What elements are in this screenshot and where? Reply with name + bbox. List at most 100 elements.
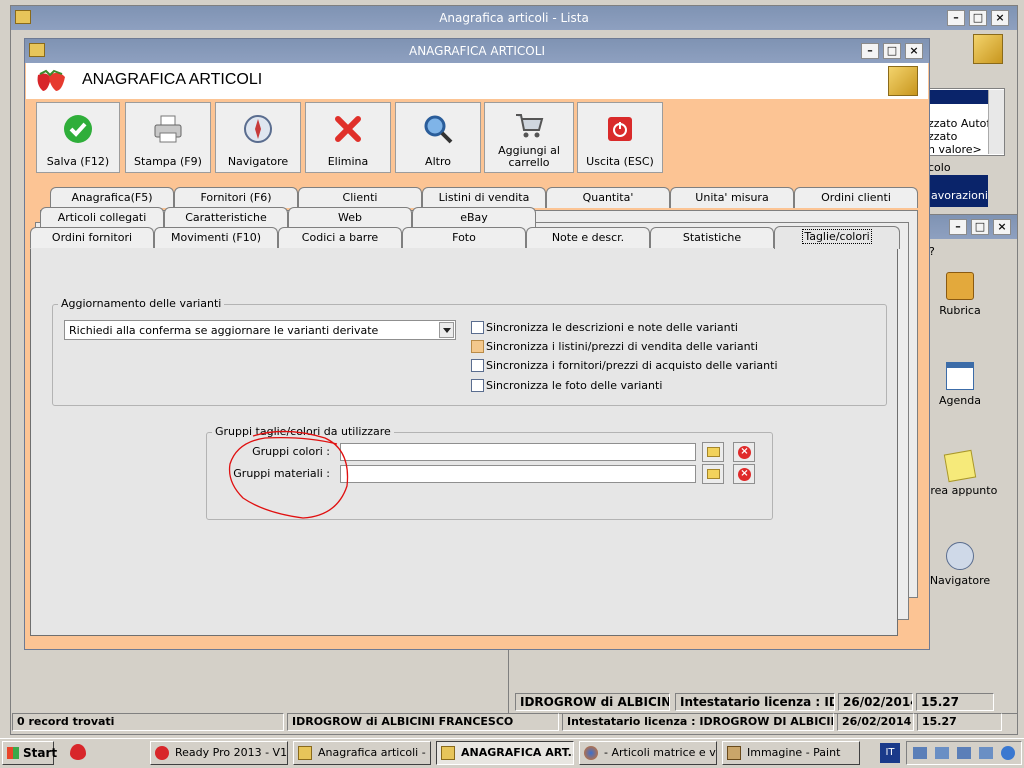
tab-statistiche[interactable]: Statistiche: [650, 227, 774, 248]
close-button[interactable]: ×: [905, 43, 923, 59]
exit-button[interactable]: Uscita (ESC): [577, 102, 663, 173]
status-time: 15.27: [916, 693, 994, 711]
update-variants-dropdown[interactable]: Richiedi alla conferma se aggiornare le …: [64, 320, 456, 340]
close-button[interactable]: ×: [991, 10, 1009, 26]
delete-label: Elimina: [327, 155, 369, 168]
save-label: Salva (F12): [46, 155, 110, 168]
dropdown-button[interactable]: [439, 322, 454, 338]
taskbar-item-anagrafica-lista[interactable]: Anagrafica articoli - ...: [293, 741, 431, 765]
print-button[interactable]: Stampa (F9): [125, 102, 211, 173]
color-groups-clear-button[interactable]: ×: [733, 442, 755, 462]
network-icon[interactable]: [935, 747, 949, 759]
navigator-button[interactable]: Navigatore: [215, 102, 301, 173]
add-to-cart-button[interactable]: Aggiungi al carrello: [484, 102, 574, 173]
page-heading: ANAGRAFICA ARTICOLI: [82, 71, 263, 88]
sync-suppliers-checkbox[interactable]: [471, 359, 484, 372]
status-record-count: 0 record trovati: [12, 713, 284, 731]
tab-anagrafica[interactable]: Anagrafica(F5): [50, 187, 174, 208]
taskbar-item-label: - Articoli matrice e v...: [604, 746, 717, 759]
sync-suppliers-label: Sincronizza i fornitori/prezzi di acquis…: [486, 359, 778, 372]
navigator-label: Navigatore: [227, 155, 289, 168]
tab-articoli-collegati[interactable]: Articoli collegati: [40, 207, 164, 228]
tab-ordini-fornitori[interactable]: Ordini fornitori: [30, 227, 154, 248]
taskbar-item-label: ANAGRAFICA ART...: [461, 746, 574, 759]
shortcut-label: Agenda: [939, 394, 981, 407]
other-button[interactable]: Altro: [395, 102, 481, 173]
side-selected-item[interactable]: lavorazioni: [928, 175, 988, 207]
side-list-item[interactable]: n valore>: [928, 143, 982, 156]
maximize-button[interactable]: □: [883, 43, 901, 59]
side-list-selected[interactable]: [928, 90, 988, 104]
tab-note-descr[interactable]: Note e descr.: [526, 227, 650, 248]
magnifier-icon: [422, 113, 454, 145]
minimize-button[interactable]: –: [947, 10, 965, 26]
print-label: Stampa (F9): [134, 155, 202, 168]
sync-descriptions-label: Sincronizza le descrizioni e note delle …: [486, 321, 738, 334]
sync-photos-checkbox[interactable]: [471, 379, 484, 392]
color-groups-field[interactable]: [340, 443, 696, 461]
tab-foto[interactable]: Foto: [402, 227, 526, 248]
material-groups-clear-button[interactable]: ×: [733, 464, 755, 484]
maximize-button[interactable]: □: [969, 10, 987, 26]
background-window-title: Anagrafica articoli - Lista: [439, 11, 589, 25]
tab-clienti[interactable]: Clienti: [298, 187, 422, 208]
side-list-item[interactable]: zzato Autofi: [928, 117, 993, 130]
start-button[interactable]: Start: [2, 741, 58, 765]
printer-icon: [152, 113, 184, 145]
taskbar-item-anagrafica-articoli[interactable]: ANAGRAFICA ART...: [436, 741, 574, 765]
note-icon: [943, 449, 977, 483]
delete-button[interactable]: Elimina: [305, 102, 391, 173]
main-window-titlebar: ANAGRAFICA ARTICOLI: [25, 39, 929, 63]
material-groups-browse-button[interactable]: [702, 464, 724, 484]
tab-taglie-colori[interactable]: Taglie/colori: [774, 226, 900, 249]
taskbar-item-paint[interactable]: Immagine - Paint: [722, 741, 860, 765]
cube-icon: [441, 746, 455, 760]
background-window-titlebar: Anagrafica articoli - Lista: [11, 6, 1017, 30]
tab-ordini-clienti[interactable]: Ordini clienti: [794, 187, 918, 208]
tab-web[interactable]: Web: [288, 207, 412, 228]
tab-taglie-colori-label: Taglie/colori: [802, 229, 872, 244]
tab-listini[interactable]: Listini di vendita: [422, 187, 546, 208]
shortcut-label: Navigatore: [929, 574, 991, 587]
material-groups-field[interactable]: [340, 465, 696, 483]
tab-movimenti[interactable]: Movimenti (F10): [154, 227, 278, 248]
volume-icon[interactable]: [1001, 746, 1015, 760]
calendar-icon: [946, 362, 974, 390]
language-indicator[interactable]: IT: [880, 743, 900, 763]
red-annotation-circle: [228, 430, 349, 519]
taskbar-item-firefox[interactable]: - Articoli matrice e v...: [579, 741, 717, 765]
tab-caratteristiche[interactable]: Caratteristiche: [164, 207, 288, 228]
side-list-item[interactable]: zzato: [928, 130, 957, 143]
shortcut-label: Rubrica: [939, 304, 981, 317]
side-scrollbar[interactable]: [988, 90, 1004, 154]
status-date: 26/02/2014: [837, 713, 914, 731]
color-groups-browse-button[interactable]: [702, 442, 724, 462]
network-icon[interactable]: [979, 747, 993, 759]
sync-price-lists-checkbox[interactable]: [471, 340, 484, 353]
clear-x-icon: ×: [738, 468, 751, 481]
network-icon[interactable]: [913, 747, 927, 759]
minimize-button[interactable]: –: [861, 43, 879, 59]
status-company: IDROGROW di ALBICINI F: [515, 693, 670, 711]
maximize-button[interactable]: □: [971, 219, 989, 235]
sync-photos-label: Sincronizza le foto delle varianti: [486, 379, 663, 392]
status-license: Intestatario licenza : IDROG: [675, 693, 835, 711]
network-icon[interactable]: [957, 747, 971, 759]
taskbar-item-ready-pro[interactable]: Ready Pro 2013 - V1...: [150, 741, 288, 765]
status-license: Intestatario licenza : IDROGROW DI ALBIC…: [562, 713, 834, 731]
minimize-button[interactable]: –: [949, 219, 967, 235]
tab-codici-barre[interactable]: Codici a barre: [278, 227, 402, 248]
save-button[interactable]: Salva (F12): [36, 102, 120, 173]
quicklaunch-strawberry-icon[interactable]: [70, 744, 86, 760]
tab-fornitori[interactable]: Fornitori (F6): [174, 187, 298, 208]
taskbar-item-label: Ready Pro 2013 - V1...: [175, 746, 288, 759]
close-button[interactable]: ×: [993, 219, 1011, 235]
tab-ebay[interactable]: eBay: [412, 207, 536, 228]
tab-unita-misura[interactable]: Unita' misura: [670, 187, 794, 208]
cube-logo: [973, 34, 1003, 64]
tab-quantita[interactable]: Quantita': [546, 187, 670, 208]
address-book-icon: [946, 272, 974, 300]
start-label: Start: [23, 746, 58, 760]
compass-icon: [946, 542, 974, 570]
sync-descriptions-checkbox[interactable]: [471, 321, 484, 334]
